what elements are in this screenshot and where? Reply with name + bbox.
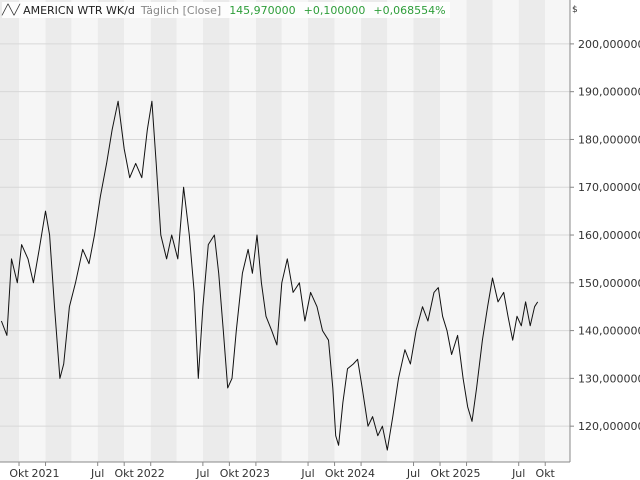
line-chart-icon: ╱╲╱ (2, 4, 21, 16)
quarter-band (45, 0, 72, 462)
x-tick-label: Jul (511, 467, 525, 480)
quarter-band (492, 0, 519, 462)
x-tick-label: Okt (9, 467, 29, 480)
quarter-band (334, 0, 362, 462)
quarter-band (308, 0, 335, 462)
quarter-band (202, 0, 230, 462)
quarter-band (97, 0, 125, 462)
y-tick-label: 140,000000 (578, 325, 640, 338)
y-tick-label: 170,000000 (578, 181, 640, 194)
y-tick-label: 200,000000 (578, 38, 640, 51)
quarter-band (361, 0, 388, 462)
x-tick-label: Okt (536, 467, 556, 480)
x-tick-label: Jul (90, 467, 104, 480)
y-tick-label: 150,000000 (578, 277, 640, 290)
quarter-band (545, 0, 570, 462)
y-axis: 200,000000 190,000000 180,000000 170,000000… (570, 38, 640, 433)
quarter-band (229, 0, 256, 462)
quarter-band (124, 0, 151, 462)
x-tick-label: Jul (300, 467, 314, 480)
x-tick-label: 2021 (32, 467, 60, 480)
quarter-band (518, 0, 546, 462)
x-tick-label: Jul (195, 467, 209, 480)
quarter-band (19, 0, 46, 462)
quarter-band (466, 0, 493, 462)
y-tick-label: 190,000000 (578, 86, 640, 99)
y-tick-label: 130,000000 (578, 372, 640, 385)
quarter-band (0, 0, 20, 462)
y-tick-label: 120,000000 (578, 420, 640, 433)
quarter-band (150, 0, 177, 462)
currency-label: $ (572, 5, 578, 15)
interval-label: Täglich [Close] (140, 3, 222, 17)
quarter-band (255, 0, 282, 462)
x-tick-label: 2025 (453, 467, 481, 480)
quarter-band (281, 0, 309, 462)
x-tick-label: 2024 (347, 467, 375, 480)
x-tick-label: 2023 (242, 467, 270, 480)
quarter-band (176, 0, 203, 462)
chart-header: ╱╲╱ AMERICN WTR WK/d Täglich [Close] 145… (2, 2, 450, 18)
price-chart[interactable]: 200,000000 190,000000 180,000000 170,000000… (0, 0, 640, 480)
quarter-band (387, 0, 414, 462)
y-tick-label: 180,000000 (578, 133, 640, 146)
x-tick-label: Okt (325, 467, 345, 480)
quarter-band (71, 0, 98, 462)
x-tick-label: Okt (115, 467, 135, 480)
instrument-title: AMERICN WTR WK/d (23, 3, 135, 17)
last-price: 145,970000 (229, 3, 296, 17)
price-change-percent: +0,068554% (373, 3, 446, 17)
x-tick-label: Okt (220, 467, 240, 480)
quarter-band (440, 0, 467, 462)
quarter-band (413, 0, 441, 462)
price-change: +0,100000 (303, 3, 366, 17)
x-tick-label: Okt (430, 467, 450, 480)
x-tick-label: Jul (406, 467, 420, 480)
x-tick-label: 2022 (137, 467, 165, 480)
y-tick-label: 160,000000 (578, 229, 640, 242)
time-bands (0, 0, 570, 462)
